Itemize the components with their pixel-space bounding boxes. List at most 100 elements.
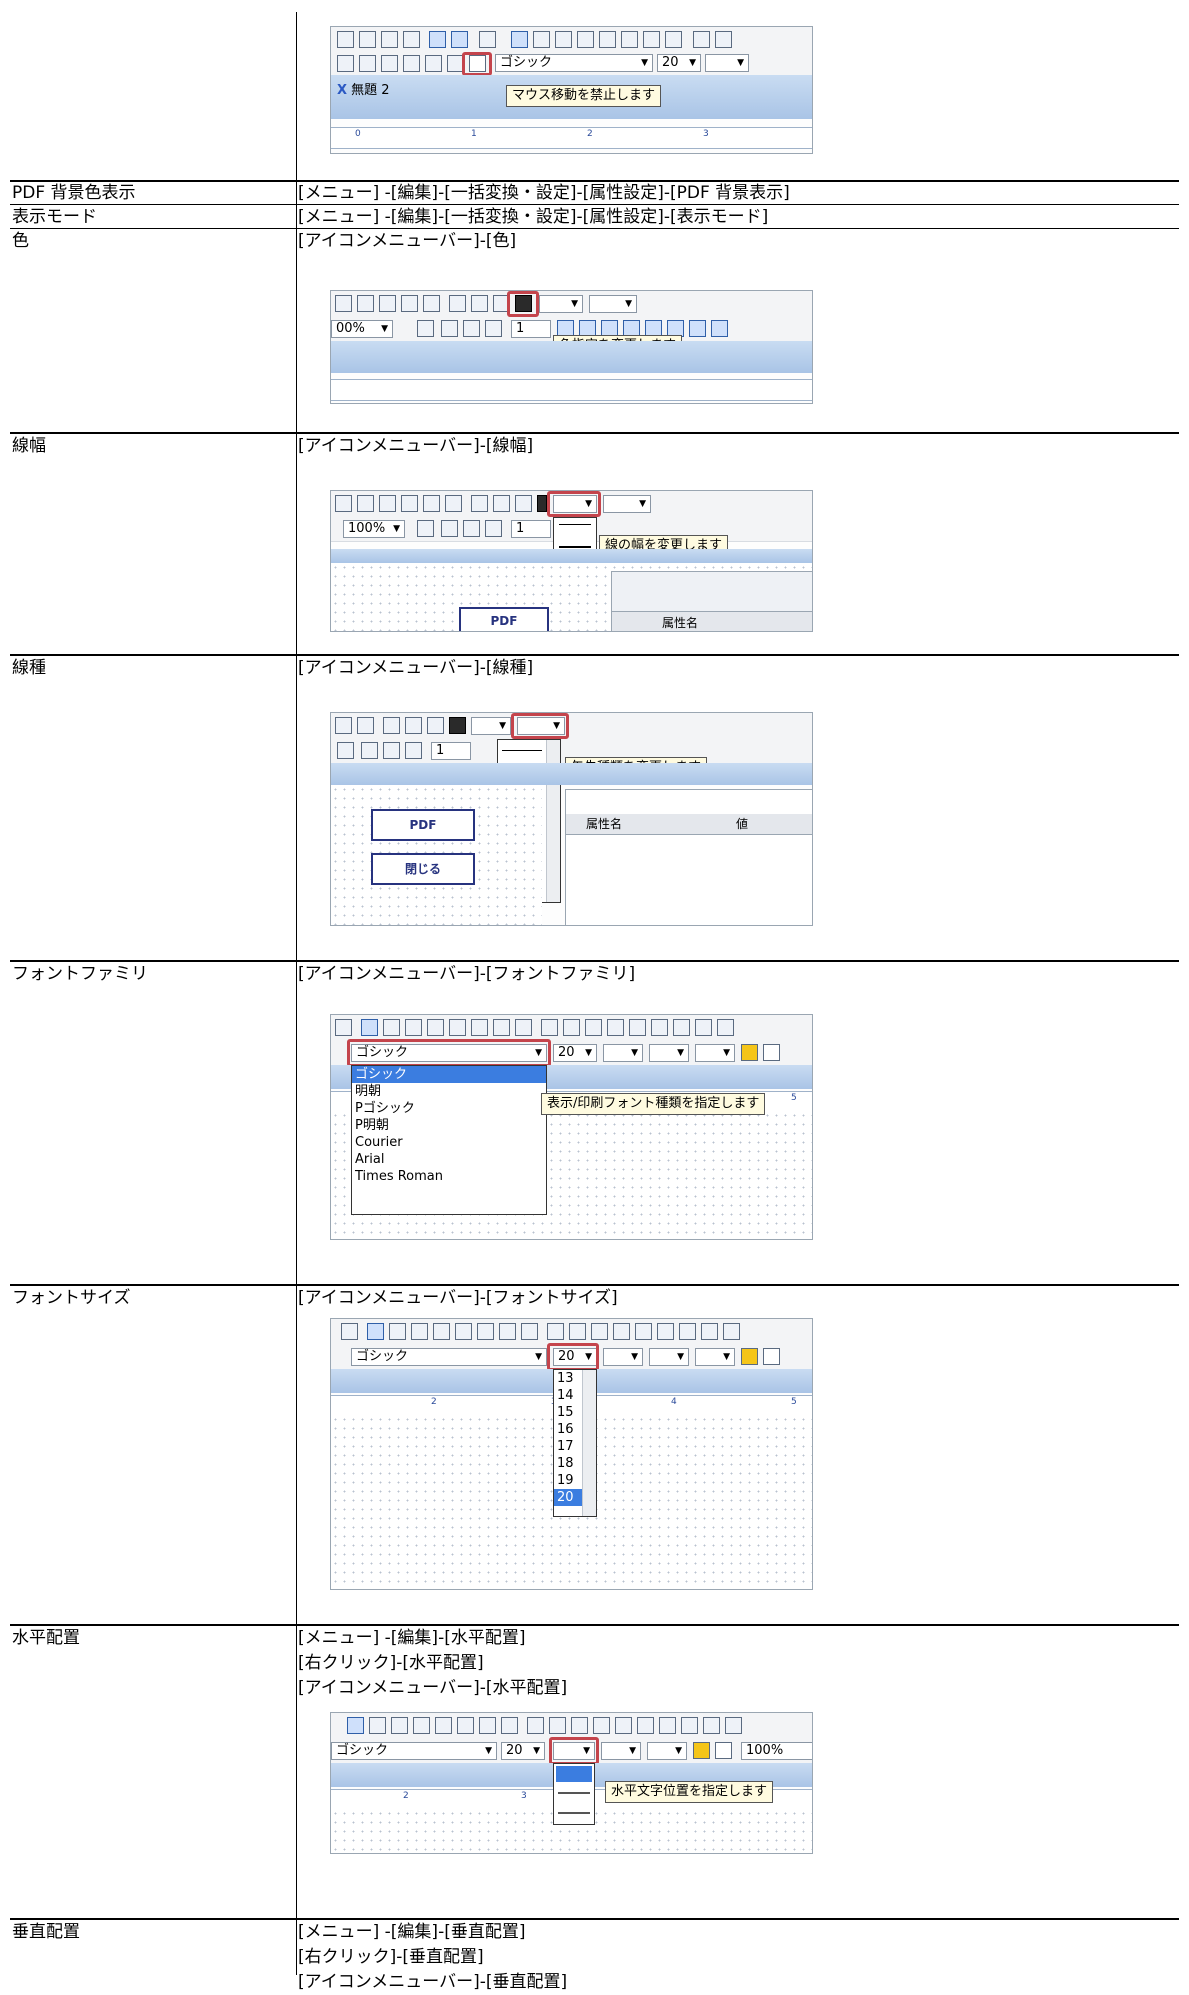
- number-field-icon[interactable]: [549, 1717, 566, 1734]
- font-option[interactable]: ゴシック: [352, 1066, 546, 1083]
- chart-icon[interactable]: [359, 55, 376, 72]
- select-pointer-icon[interactable]: [511, 31, 528, 48]
- filled-rectangle-icon[interactable]: [499, 1323, 516, 1340]
- line-type-option[interactable]: [502, 750, 542, 751]
- folder-icon[interactable]: [441, 320, 458, 337]
- label-icon[interactable]: [613, 1323, 630, 1340]
- polyline-icon[interactable]: [455, 1323, 472, 1340]
- list-icon[interactable]: [695, 1019, 712, 1036]
- font-size-select[interactable]: 20 ▼: [553, 1044, 597, 1062]
- ab-field-icon[interactable]: [541, 1019, 558, 1036]
- line-width-select[interactable]: ▼: [471, 717, 511, 735]
- diagonal-line-icon[interactable]: [427, 1019, 444, 1036]
- quote-icon[interactable]: [591, 1323, 608, 1340]
- font-family-dropdown[interactable]: ゴシック 明朝 Pゴシック P明朝 Courier Arial Times Ro…: [351, 1065, 547, 1215]
- page-number-select[interactable]: 1: [431, 742, 471, 760]
- export-icon[interactable]: [479, 31, 496, 48]
- text-tool-icon[interactable]: [389, 1323, 406, 1340]
- circle-a-icon[interactable]: [629, 1019, 646, 1036]
- color-icon[interactable]: [449, 717, 466, 734]
- radio-icon[interactable]: [651, 1019, 668, 1036]
- quote-icon[interactable]: [571, 1717, 588, 1734]
- font-family-select[interactable]: ゴシック ▼: [351, 1348, 547, 1366]
- ab-field-icon[interactable]: [693, 31, 710, 48]
- valign-select[interactable]: ▼: [601, 1742, 641, 1760]
- fill-color-icon[interactable]: [741, 1044, 758, 1061]
- zoom-select[interactable]: 00% ▼: [331, 320, 393, 338]
- filled-rectangle-icon[interactable]: [479, 1717, 496, 1734]
- rectangle-icon[interactable]: [621, 31, 638, 48]
- transparent-icon[interactable]: [763, 1044, 780, 1061]
- time-icon[interactable]: [401, 295, 418, 312]
- barcode-icon[interactable]: [493, 495, 510, 512]
- line-width-option[interactable]: [559, 524, 591, 525]
- font-option[interactable]: Pゴシック: [352, 1100, 546, 1117]
- color-icon[interactable]: [537, 495, 547, 512]
- checkbox-icon[interactable]: [679, 1323, 696, 1340]
- quote-icon[interactable]: [585, 1019, 602, 1036]
- image-icon[interactable]: [427, 717, 444, 734]
- barcode-icon[interactable]: [471, 295, 488, 312]
- checkbox-icon[interactable]: [673, 1019, 690, 1036]
- day-icon[interactable]: [401, 495, 418, 512]
- rectangle-icon[interactable]: [457, 1717, 474, 1734]
- select-pointer-icon[interactable]: [361, 1019, 378, 1036]
- font-option[interactable]: 明朝: [352, 1083, 546, 1100]
- line-width-option[interactable]: [559, 546, 591, 548]
- align-right-option[interactable]: [558, 1812, 590, 1814]
- folder-text-icon[interactable]: [485, 320, 502, 337]
- number-field-icon[interactable]: [569, 1323, 586, 1340]
- percent-icon[interactable]: [357, 717, 374, 734]
- align-left-option[interactable]: [556, 1766, 592, 1782]
- table-icon[interactable]: [717, 1019, 734, 1036]
- new-file-icon[interactable]: [337, 31, 354, 48]
- line-type-select[interactable]: ▼: [603, 495, 651, 513]
- radio-icon[interactable]: [637, 1717, 654, 1734]
- halign-dropdown[interactable]: [553, 1763, 595, 1825]
- zoom-select[interactable]: 100%: [741, 1742, 812, 1760]
- pen-icon[interactable]: [383, 717, 400, 734]
- barcode-icon[interactable]: [403, 55, 420, 72]
- fill-color-icon[interactable]: [741, 1348, 758, 1365]
- percent-icon[interactable]: [423, 295, 440, 312]
- folder-icon[interactable]: [361, 742, 378, 759]
- day-icon[interactable]: [379, 295, 396, 312]
- line-tool-icon[interactable]: [555, 31, 572, 48]
- folder-open-icon[interactable]: [383, 742, 400, 759]
- checkbox-icon[interactable]: [659, 1717, 676, 1734]
- ab-field-icon[interactable]: [547, 1323, 564, 1340]
- line-width-select[interactable]: ▼: [539, 295, 583, 313]
- number-field-icon[interactable]: [563, 1019, 580, 1036]
- line-type-select[interactable]: ▼: [695, 1348, 735, 1366]
- polyline-icon[interactable]: [435, 1717, 452, 1734]
- date-format-icon[interactable]: [357, 495, 374, 512]
- transparent-icon[interactable]: [715, 1742, 732, 1759]
- save-icon[interactable]: [381, 31, 398, 48]
- halign-select[interactable]: ▼: [603, 1044, 643, 1062]
- barcode-icon[interactable]: [405, 717, 422, 734]
- ab-field-icon[interactable]: [527, 1717, 544, 1734]
- halign-select[interactable]: ▼: [603, 1348, 643, 1366]
- diagonal-line-icon[interactable]: [413, 1717, 430, 1734]
- grid-icon[interactable]: [451, 31, 468, 48]
- line-type-select[interactable]: ▼: [589, 295, 637, 313]
- select-pointer-icon[interactable]: [347, 1717, 364, 1734]
- bold-icon[interactable]: [337, 55, 354, 72]
- line-tool-icon[interactable]: [391, 1717, 408, 1734]
- number-field-icon[interactable]: [715, 31, 732, 48]
- month-icon[interactable]: [379, 495, 396, 512]
- line-type-select[interactable]: ▼: [695, 1044, 735, 1062]
- rectangle-icon[interactable]: [471, 1019, 488, 1036]
- fill-color-icon[interactable]: [693, 1742, 710, 1759]
- transparent-icon[interactable]: [763, 1348, 780, 1365]
- align-icon[interactable]: [711, 320, 728, 337]
- font-family-select[interactable]: ゴシック ▼: [331, 1742, 497, 1760]
- page-number-select[interactable]: 1: [511, 320, 551, 338]
- filled-rectangle-icon[interactable]: [493, 1019, 510, 1036]
- table-icon[interactable]: [703, 1717, 720, 1734]
- line-tool-icon[interactable]: [405, 1019, 422, 1036]
- halign-select[interactable]: ▼: [705, 54, 749, 72]
- table-icon[interactable]: [723, 1323, 740, 1340]
- dropdown-scrollbar[interactable]: [582, 1370, 596, 1516]
- cancel-icon[interactable]: [425, 55, 442, 72]
